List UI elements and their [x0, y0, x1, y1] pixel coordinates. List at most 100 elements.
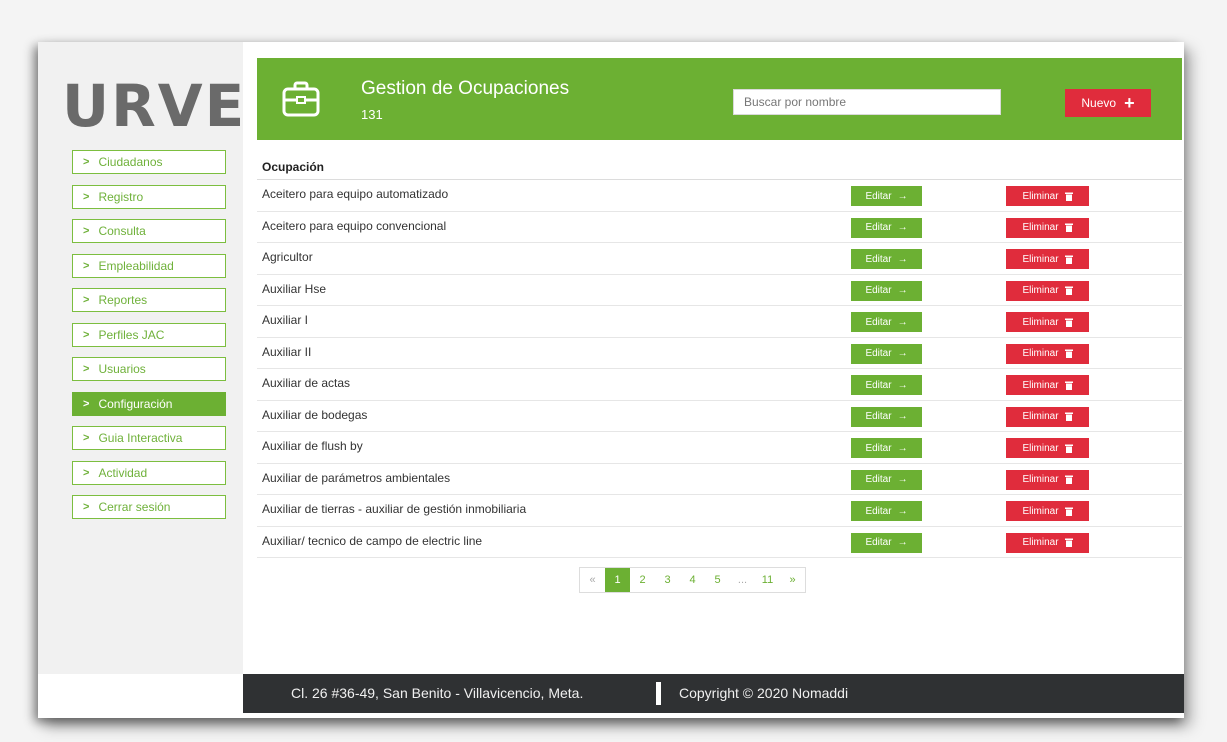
delete-button-label: Eliminar	[1022, 379, 1059, 391]
delete-button[interactable]: Eliminar	[1006, 249, 1089, 269]
trash-icon	[1064, 538, 1073, 547]
edit-button[interactable]: Editar →	[851, 406, 922, 427]
pagination-prev[interactable]: «	[580, 568, 605, 592]
sidebar-item-registro[interactable]: > Registro	[72, 184, 226, 209]
trash-icon	[1064, 507, 1073, 516]
delete-button-label: Eliminar	[1022, 285, 1059, 296]
occupation-name: Auxiliar de parámetros ambientales	[262, 470, 451, 485]
sidebar-item-label: Reportes	[98, 293, 148, 307]
trash-icon	[1064, 286, 1073, 295]
delete-button-label: Eliminar	[1022, 253, 1059, 265]
chevron-right-icon: >	[83, 432, 90, 444]
table-row: Auxiliar de bodegas Editar → Eliminar	[257, 401, 1182, 432]
edit-button-label: Editar	[865, 190, 892, 202]
pagination-page[interactable]: 1	[605, 568, 630, 592]
edit-button[interactable]: Editar →	[851, 375, 922, 395]
edit-button[interactable]: Editar →	[851, 186, 922, 206]
edit-button[interactable]: Editar →	[851, 501, 922, 521]
occupation-name: Auxiliar Hse	[262, 281, 327, 296]
edit-button[interactable]: Editar →	[851, 312, 922, 332]
arrow-right-icon: →	[897, 411, 908, 422]
delete-button-label: Eliminar	[1022, 316, 1059, 328]
delete-button[interactable]: Eliminar	[1006, 469, 1089, 490]
edit-button-label: Editar	[865, 411, 892, 422]
edit-button-label: Editar	[865, 253, 892, 265]
delete-button-label: Eliminar	[1022, 537, 1059, 548]
sidebar-item-label: Actividad	[98, 465, 148, 480]
arrow-right-icon: →	[897, 442, 908, 454]
table-row: Aceitero para equipo automatizado Editar →…	[257, 180, 1182, 212]
arrow-right-icon: →	[897, 222, 908, 233]
edit-button[interactable]: Editar →	[851, 469, 922, 490]
edit-button-label: Editar	[865, 285, 892, 296]
delete-button[interactable]: Eliminar	[1006, 343, 1089, 364]
pagination-page[interactable]: 4	[680, 568, 705, 592]
sidebar-item-configuración[interactable]: > Configuración	[72, 391, 226, 416]
pagination-page[interactable]: 3	[655, 568, 680, 592]
delete-button[interactable]: Eliminar	[1006, 501, 1089, 521]
delete-button[interactable]: Eliminar	[1006, 217, 1089, 238]
occupations-table: Ocupación Aceitero para equipo automatiz…	[257, 155, 1182, 558]
edit-button-label: Editar	[865, 474, 892, 485]
edit-button[interactable]: Editar →	[851, 343, 922, 364]
new-button[interactable]: Nuevo +	[1065, 89, 1151, 117]
chevron-right-icon: >	[83, 225, 90, 237]
search-input[interactable]	[733, 89, 1001, 115]
new-button-label: Nuevo	[1081, 96, 1117, 110]
chevron-right-icon: >	[83, 190, 90, 203]
sidebar-item-reportes[interactable]: > Reportes	[72, 288, 226, 312]
occupation-name: Auxiliar de flush by	[262, 439, 363, 453]
edit-button[interactable]: Editar →	[851, 280, 922, 301]
delete-button[interactable]: Eliminar	[1006, 375, 1089, 395]
sidebar-item-consulta[interactable]: > Consulta	[72, 219, 226, 243]
pagination-page[interactable]: 5	[705, 568, 730, 592]
delete-button[interactable]: Eliminar	[1006, 280, 1089, 301]
delete-button[interactable]: Eliminar	[1006, 406, 1089, 427]
edit-button[interactable]: Editar →	[851, 438, 922, 458]
delete-button-label: Eliminar	[1022, 190, 1059, 202]
sidebar-item-empleabilidad[interactable]: > Empleabilidad	[72, 253, 226, 278]
delete-button-label: Eliminar	[1022, 222, 1059, 233]
urve-logo: URVE	[62, 76, 244, 136]
delete-button[interactable]: Eliminar	[1006, 186, 1089, 206]
sidebar-item-perfiles-jac[interactable]: > Perfiles JAC	[72, 322, 226, 347]
edit-button-label: Editar	[865, 537, 892, 548]
sidebar-item-usuarios[interactable]: > Usuarios	[72, 357, 226, 381]
pagination-ellipsis[interactable]: ...	[730, 568, 755, 592]
sidebar-item-label: Cerrar sesión	[98, 500, 171, 514]
edit-button[interactable]: Editar →	[851, 217, 922, 238]
sidebar-item-label: Registro	[98, 189, 144, 204]
sidebar: URVE > Ciudadanos > Registro > Consulta > Emple…	[38, 42, 244, 674]
occupation-name: Aceitero para equipo convencional	[262, 218, 447, 233]
sidebar-item-cerrar-sesión[interactable]: > Cerrar sesión	[72, 495, 226, 519]
chevron-right-icon: >	[83, 156, 90, 168]
delete-button[interactable]: Eliminar	[1006, 312, 1089, 332]
sidebar-item-label: Consulta	[98, 224, 146, 238]
pagination-page[interactable]: 2	[630, 568, 655, 592]
chevron-right-icon: >	[83, 259, 90, 272]
sidebar-item-ciudadanos[interactable]: > Ciudadanos	[72, 150, 226, 174]
sidebar-item-actividad[interactable]: > Actividad	[72, 460, 226, 485]
trash-icon	[1064, 192, 1073, 201]
trash-icon	[1064, 444, 1073, 453]
sidebar-item-guia-interactiva[interactable]: > Guia Interactiva	[72, 426, 226, 450]
page-title: Gestion de Ocupaciones	[361, 78, 570, 99]
edit-button-label: Editar	[865, 348, 892, 359]
chevron-right-icon: >	[83, 328, 90, 341]
table-row: Auxiliar I Editar → Eliminar	[257, 306, 1182, 338]
sidebar-item-label: Ciudadanos	[98, 155, 163, 169]
pagination-next[interactable]: »	[780, 568, 805, 592]
pagination-page[interactable]: 11	[755, 568, 780, 592]
page-header: Gestion de Ocupaciones 131 Nuevo +	[257, 58, 1182, 140]
occupation-name: Auxiliar de tierras - auxiliar de gestió…	[262, 502, 527, 516]
edit-button[interactable]: Editar →	[851, 249, 922, 269]
edit-button[interactable]: Editar →	[851, 532, 922, 553]
trash-icon	[1064, 412, 1073, 421]
occupation-name: Auxiliar de actas	[262, 376, 351, 390]
table-row: Auxiliar II Editar → Eliminar	[257, 338, 1182, 369]
trash-icon	[1064, 475, 1073, 484]
delete-button[interactable]: Eliminar	[1006, 532, 1089, 553]
occupation-name: Auxiliar/ tecnico de campo de electric l…	[262, 533, 483, 548]
plus-icon: +	[1124, 93, 1135, 113]
delete-button[interactable]: Eliminar	[1006, 438, 1089, 458]
